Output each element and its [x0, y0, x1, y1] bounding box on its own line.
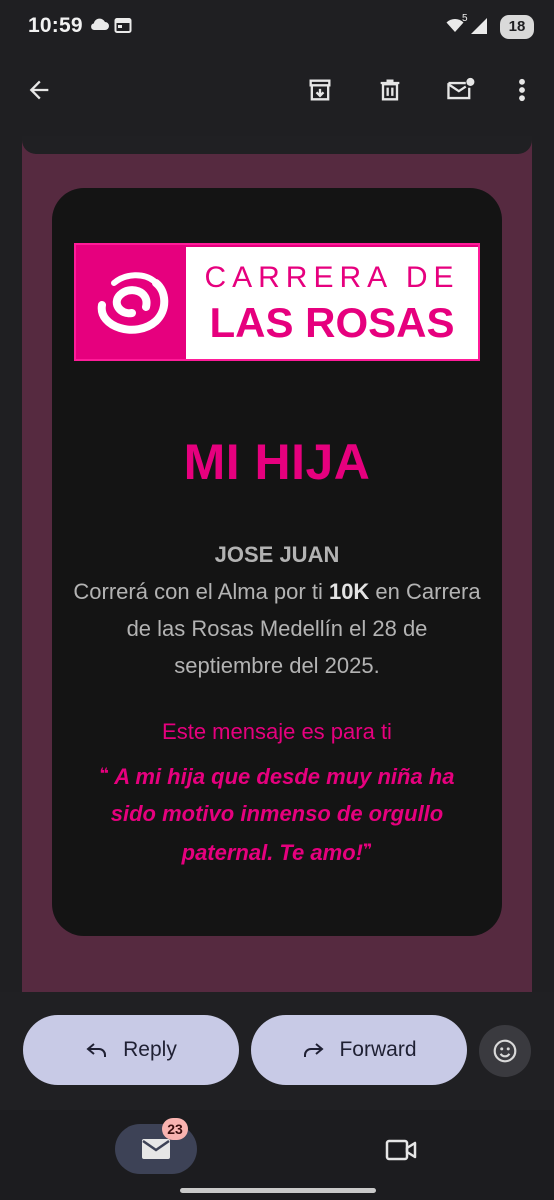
back-arrow-icon[interactable] [17, 68, 61, 112]
logo-line-1: CARRERA DE [204, 261, 460, 294]
action-bar: Reply Forward [0, 992, 554, 1110]
video-camera-icon [385, 1139, 417, 1161]
emoji-icon [493, 1039, 517, 1063]
network-type-label: 5 [462, 13, 468, 24]
dedication-quote: ❝ A mi hija que desde muy niña ha sido m… [92, 756, 462, 871]
calendar-icon [114, 16, 132, 39]
reply-button[interactable]: Reply [23, 1015, 239, 1085]
logo-wordmark: CARRERA DE LAS ROSAS [186, 247, 478, 359]
app-bar [0, 58, 554, 122]
signal-icon [471, 18, 487, 39]
body-paragraph: JOSE JUAN Correrá con el Alma por ti 10K… [72, 536, 482, 684]
headline: MI HIJA [183, 434, 371, 490]
sentence-part-1: Correrá con el Alma por ti [73, 579, 329, 604]
quote-close-icon: ❞ [362, 842, 373, 859]
unread-count-badge: 23 [162, 1118, 188, 1140]
forward-label: Forward [339, 1038, 417, 1061]
delete-icon[interactable] [368, 68, 412, 112]
distance-label: 10K [328, 579, 370, 604]
mail-icon [142, 1139, 170, 1159]
bottom-navigation: 23 [0, 1110, 554, 1200]
mark-unread-icon[interactable] [438, 68, 482, 112]
archive-icon[interactable] [298, 68, 342, 112]
message-card: CARRERA DE LAS ROSAS MI HIJA JOSE JUAN C… [52, 188, 502, 936]
more-vert-icon[interactable] [500, 68, 544, 112]
reply-icon [86, 1043, 107, 1057]
forward-icon [304, 1043, 325, 1057]
quote-text: A mi hija que desde muy niña ha sido mot… [110, 764, 455, 865]
emoji-reaction-button[interactable] [479, 1025, 531, 1077]
runner-name: JOSE JUAN [214, 542, 340, 567]
logo-line-2: LAS ROSAS [209, 299, 455, 346]
message-intro: Este mensaje es para ti [162, 719, 392, 744]
reply-label: Reply [123, 1038, 177, 1061]
rose-swirl-icon [97, 272, 169, 334]
nav-meet-tab[interactable] [381, 1130, 421, 1170]
forward-button[interactable]: Forward [251, 1015, 467, 1085]
quote-open-icon: ❝ [99, 766, 109, 783]
cloud-icon [88, 16, 110, 37]
email-header-edge [22, 136, 532, 154]
status-time: 10:59 [28, 14, 83, 37]
email-body: CARRERA DE LAS ROSAS MI HIJA JOSE JUAN C… [22, 136, 532, 992]
home-indicator[interactable] [180, 1188, 376, 1193]
status-bar: 10:59 5 18 [0, 0, 554, 56]
battery-indicator: 18 [500, 15, 534, 39]
carrera-logo: CARRERA DE LAS ROSAS [74, 243, 480, 361]
